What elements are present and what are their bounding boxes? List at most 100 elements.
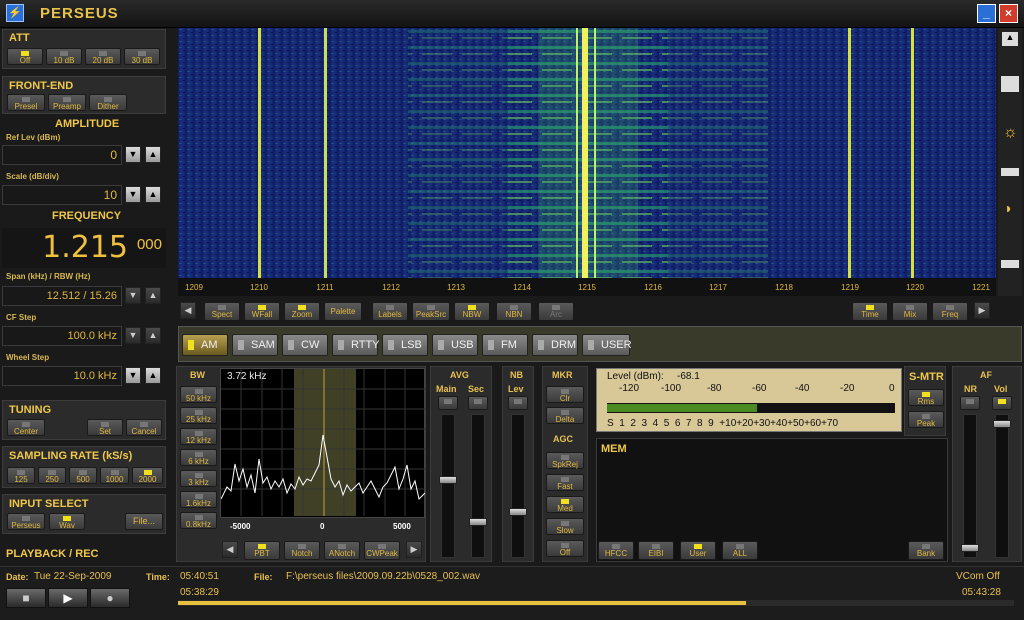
avg-main-toggle[interactable] <box>438 396 458 410</box>
smtr-peak-button[interactable]: Peak <box>908 411 944 428</box>
mkr-delta-button[interactable]: Delta <box>546 407 584 424</box>
cf-step-down-arrow[interactable]: ▼ <box>125 327 141 344</box>
att-30db-button[interactable]: 30 dB <box>124 48 160 65</box>
sampling-250-button[interactable]: 250 <box>38 467 66 484</box>
cwpeak-button[interactable]: CWPeak <box>364 541 400 560</box>
dither-button[interactable]: Dither <box>89 94 127 111</box>
wheel-step-down-arrow[interactable]: ▼ <box>125 367 141 384</box>
mode-user-button[interactable]: USER <box>582 334 632 356</box>
scroll-left-arrow[interactable]: ◀ <box>180 302 196 319</box>
bw-50khz-button[interactable]: 50 kHz <box>180 386 217 403</box>
vol-toggle[interactable] <box>992 396 1012 410</box>
agc-med-button[interactable]: Med <box>546 496 584 513</box>
brightness-slider[interactable] <box>1001 168 1019 176</box>
sampling-500-button[interactable]: 500 <box>69 467 97 484</box>
span-down-arrow[interactable]: ▼ <box>125 287 141 304</box>
sampling-2000-button[interactable]: 2000 <box>132 467 163 484</box>
time-button[interactable]: Time <box>852 302 888 321</box>
bw-6khz-button[interactable]: 6 kHz <box>180 449 217 466</box>
mix-button[interactable]: Mix <box>892 302 928 321</box>
zoom-button[interactable]: Zoom <box>284 302 320 321</box>
palette-button[interactable]: Palette <box>324 302 362 321</box>
freq-button[interactable]: Freq <box>932 302 968 321</box>
perseus-app-icon[interactable]: ⚡ <box>6 4 24 22</box>
notch-button[interactable]: Notch <box>284 541 320 560</box>
agc-spkrej-button[interactable]: SpkRej <box>546 452 584 469</box>
speed-slider[interactable] <box>1001 76 1019 92</box>
mode-cw-button[interactable]: CW <box>282 334 328 356</box>
playback-progress[interactable] <box>178 600 1014 606</box>
record-button[interactable]: ● <box>90 588 130 608</box>
agc-slow-button[interactable]: Slow <box>546 518 584 535</box>
cf-step-value[interactable]: 100.0 kHz <box>2 326 122 346</box>
scale-value[interactable]: 10 <box>2 185 122 205</box>
nb-slider[interactable] <box>509 508 527 516</box>
sampling-1000-button[interactable]: 1000 <box>100 467 129 484</box>
tuning-cancel-button[interactable]: Cancel <box>126 419 162 436</box>
preamp-button[interactable]: Preamp <box>48 94 86 111</box>
cf-step-up-arrow[interactable]: ▲ <box>145 327 161 344</box>
mode-rtty-button[interactable]: RTTY <box>332 334 380 356</box>
mem-eibi-button[interactable]: EIBI <box>638 541 674 560</box>
mem-all-button[interactable]: ALL <box>722 541 758 560</box>
mode-sam-button[interactable]: SAM <box>232 334 278 356</box>
mode-usb-button[interactable]: USB <box>432 334 478 356</box>
play-button[interactable]: ▶ <box>48 588 88 608</box>
wheel-step-value[interactable]: 10.0 kHz <box>2 366 122 386</box>
nr-slider[interactable] <box>961 544 979 552</box>
avg-sec-slider[interactable] <box>469 518 487 526</box>
bw-25khz-button[interactable]: 25 kHz <box>180 407 217 424</box>
input-wav-button[interactable]: Wav <box>49 513 85 530</box>
nbw-button[interactable]: NBW <box>454 302 490 321</box>
nr-toggle[interactable] <box>960 396 980 410</box>
contrast-slider[interactable] <box>1001 260 1019 268</box>
mem-user-button[interactable]: User <box>680 541 716 560</box>
nb-toggle[interactable] <box>508 396 528 410</box>
ref-level-up-arrow[interactable]: ▲ <box>145 146 161 163</box>
bw-1-6khz-button[interactable]: 1.6kHz <box>180 491 217 508</box>
ref-level-down-arrow[interactable]: ▼ <box>125 146 141 163</box>
filter-spectrum[interactable]: 3.72 kHz <box>220 368 426 518</box>
att-20db-button[interactable]: 20 dB <box>85 48 121 65</box>
spect-button[interactable]: Spect <box>204 302 240 321</box>
wfall-button[interactable]: WFall <box>244 302 280 321</box>
tuning-center-button[interactable]: Center <box>7 419 45 436</box>
presel-button[interactable]: Presel <box>7 94 45 111</box>
pbt-left-arrow[interactable]: ◀ <box>222 541 238 558</box>
anotch-button[interactable]: ANotch <box>324 541 360 560</box>
mode-am-button[interactable]: AM <box>182 334 228 356</box>
pbt-right-arrow[interactable]: ▶ <box>406 541 422 558</box>
ref-level-value[interactable]: 0 <box>2 145 122 165</box>
frequency-display[interactable]: 1.215 000 <box>2 228 166 268</box>
nbn-button[interactable]: NBN <box>496 302 532 321</box>
minimize-button[interactable]: _ <box>977 4 996 23</box>
att-10db-button[interactable]: 10 dB <box>46 48 82 65</box>
scale-down-arrow[interactable]: ▼ <box>125 186 141 203</box>
tuning-set-button[interactable]: Set <box>87 419 123 436</box>
mem-bank-button[interactable]: Bank <box>908 541 944 560</box>
smtr-rms-button[interactable]: Rms <box>908 389 944 406</box>
wheel-step-up-arrow[interactable]: ▲ <box>145 367 161 384</box>
input-perseus-button[interactable]: Perseus <box>7 513 45 530</box>
mode-fm-button[interactable]: FM <box>482 334 528 356</box>
labels-button[interactable]: Labels <box>372 302 408 321</box>
waterfall-display[interactable] <box>178 28 996 278</box>
peaksrc-button[interactable]: PeakSrc <box>412 302 450 321</box>
mode-drm-button[interactable]: DRM <box>532 334 578 356</box>
scale-up-arrow[interactable]: ▲ <box>145 186 161 203</box>
pbt-button[interactable]: PBT <box>244 541 280 560</box>
avg-sec-toggle[interactable] <box>468 396 488 410</box>
span-up-arrow[interactable]: ▲ <box>145 287 161 304</box>
agc-fast-button[interactable]: Fast <box>546 474 584 491</box>
bw-3khz-button[interactable]: 3 kHz <box>180 470 217 487</box>
mkr-clr-button[interactable]: Clr <box>546 386 584 403</box>
avg-main-slider[interactable] <box>439 476 457 484</box>
bw-0-8khz-button[interactable]: 0.8kHz <box>180 512 217 529</box>
mem-hfcc-button[interactable]: HFCC <box>598 541 634 560</box>
att-off-button[interactable]: Off <box>7 48 43 65</box>
input-file-button[interactable]: File... <box>125 513 163 530</box>
arc-button[interactable]: Arc <box>538 302 574 321</box>
scroll-up-arrow[interactable]: ▲ <box>1002 32 1018 46</box>
bw-12khz-button[interactable]: 12 kHz <box>180 428 217 445</box>
vol-slider[interactable] <box>993 420 1011 428</box>
